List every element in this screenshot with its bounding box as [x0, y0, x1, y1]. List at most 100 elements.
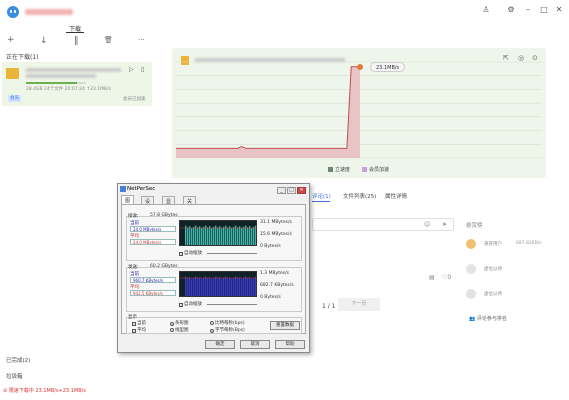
maximize-icon[interactable]: □ — [538, 5, 550, 14]
file-icon — [6, 68, 19, 79]
maximize-button[interactable]: □ — [287, 187, 296, 194]
chart-point — [215, 148, 216, 149]
show-average-checkbox[interactable]: ✓平均 — [132, 327, 146, 333]
chart-point — [324, 148, 326, 149]
page-indicator: 1 / 1 — [322, 303, 336, 310]
tab-display[interactable]: 显示 — [162, 196, 176, 212]
add-icon[interactable]: + — [7, 35, 15, 45]
graph-bar — [185, 276, 187, 296]
chart-point — [289, 148, 291, 149]
graph-bar — [239, 277, 241, 296]
tab-comments-underline — [312, 201, 330, 202]
tab-comments[interactable]: 评论(1) — [312, 192, 331, 200]
show-current-checkbox[interactable]: ✓当前 — [132, 320, 146, 326]
netpersec-dialog: NetPerSec _□✕ 图表 设置 显示 关于 接收: 57.8 GByte… — [117, 183, 310, 353]
chart-point — [337, 148, 339, 149]
task-folder-icon[interactable]: ▯ — [141, 66, 144, 73]
rank-link[interactable]: 👥 评论参与排名 — [469, 315, 507, 322]
legend-vip: 会员加速 — [362, 166, 389, 173]
tab-file-list[interactable]: 文件列表(25) — [343, 192, 376, 200]
graph-bar — [201, 228, 203, 245]
send-avg-field: 942.5 KBytes/s — [130, 290, 176, 296]
graph-bar — [195, 276, 197, 296]
graph-bar — [241, 228, 243, 245]
graph-bar — [193, 226, 195, 245]
shirt-icon[interactable]: ♙ — [480, 5, 492, 14]
chart-point — [320, 148, 321, 149]
gear-icon[interactable]: ⚙ — [505, 5, 517, 14]
bar-chart-radio[interactable]: • 条形图 — [170, 320, 189, 326]
minimize-icon[interactable]: – — [522, 5, 534, 14]
chart-point — [307, 148, 308, 149]
help-button[interactable]: 帮助 — [275, 340, 305, 349]
send-autoscale-checkbox[interactable]: ✓自动缩放 — [179, 301, 202, 307]
send-icon[interactable]: ➤ — [442, 221, 447, 228]
completed-title[interactable]: 已完成(2) — [6, 356, 30, 364]
download-icon[interactable]: ↓ — [40, 36, 48, 46]
like-icon[interactable]: ♡0 — [442, 274, 451, 281]
chart-point — [197, 148, 199, 149]
graph-bar — [221, 228, 223, 245]
more-icon[interactable]: ··· — [138, 36, 145, 44]
chart-point — [228, 148, 229, 149]
receive-max: 31.1 MBytes/s — [260, 220, 292, 225]
bps-radio[interactable]: 比特每秒(bps) — [210, 320, 245, 326]
tab-chart[interactable]: 图表 — [121, 195, 135, 211]
avatar — [466, 239, 476, 249]
chart-point — [350, 66, 352, 68]
graph-bar — [243, 277, 245, 296]
comment-icon[interactable]: ▤ — [429, 274, 435, 281]
show-current-label: 当前 — [137, 321, 146, 326]
graph-bar — [233, 226, 235, 245]
chart-point — [188, 148, 190, 149]
task-progress — [26, 82, 86, 84]
receive-label: 接收: — [128, 214, 139, 219]
dialog-window-buttons: _ □ ✕ — [276, 186, 306, 194]
receive-graph — [179, 220, 257, 246]
graph-bar — [225, 276, 227, 296]
graph-bar — [217, 278, 219, 296]
download-status: ⊘ 限速下载中 23.1MB/s+23.1MB/s — [3, 387, 86, 394]
chart-point — [241, 146, 243, 147]
chart-point — [333, 148, 335, 149]
receive-autoscale-checkbox[interactable]: ✓自动缩放 — [179, 250, 202, 256]
ok-button[interactable]: 确定 — [205, 340, 235, 349]
graph-bar — [201, 279, 203, 296]
receive-current-field: 24.0 MBytes/s — [130, 226, 176, 232]
task-name-blurred-2 — [26, 74, 96, 78]
reset-data-button[interactable]: 重置数据 — [270, 321, 300, 330]
graph-bar — [247, 227, 249, 245]
graph-bar — [219, 277, 221, 296]
close-icon[interactable]: ✕ — [553, 5, 565, 14]
tab-properties[interactable]: 属性详情 — [385, 192, 407, 200]
graph-bar — [215, 225, 217, 245]
chart-point — [280, 148, 282, 149]
Bps-radio[interactable]: • 字节每秒(Bps) — [210, 327, 245, 333]
graph-bar — [249, 226, 251, 245]
graph-bar — [233, 277, 235, 296]
receive-slider[interactable] — [207, 253, 257, 254]
graph-bar — [199, 277, 201, 296]
graph-bar — [197, 278, 199, 296]
graph-bar — [183, 245, 184, 246]
user-name: 虚位以待 — [484, 292, 502, 297]
line-chart-radio[interactable]: 线型图 — [170, 327, 189, 333]
tab-about[interactable]: 关于 — [183, 196, 197, 212]
show-average-label: 平均 — [137, 328, 146, 333]
comment-input[interactable] — [312, 218, 454, 231]
emoji-icon[interactable]: ☺ — [424, 221, 430, 228]
pause-icon[interactable]: ‖ — [74, 36, 79, 46]
graph-bar — [211, 228, 213, 245]
trash-title[interactable]: 垃圾箱 — [6, 372, 23, 380]
send-slider[interactable] — [207, 304, 257, 305]
next-page-button[interactable]: 下一页 — [338, 298, 380, 311]
cancel-button[interactable]: 取消 — [240, 340, 270, 349]
close-button[interactable]: ✕ — [297, 187, 306, 194]
task-play-icon[interactable]: ▷ — [129, 66, 134, 73]
delete-icon[interactable]: 🗑 — [104, 36, 113, 44]
tab-settings[interactable]: 设置 — [141, 196, 155, 212]
graph-bar — [189, 226, 191, 245]
chart-line — [176, 66, 360, 149]
legend-vip-swatch — [362, 167, 367, 172]
minimize-button[interactable]: _ — [277, 187, 286, 194]
